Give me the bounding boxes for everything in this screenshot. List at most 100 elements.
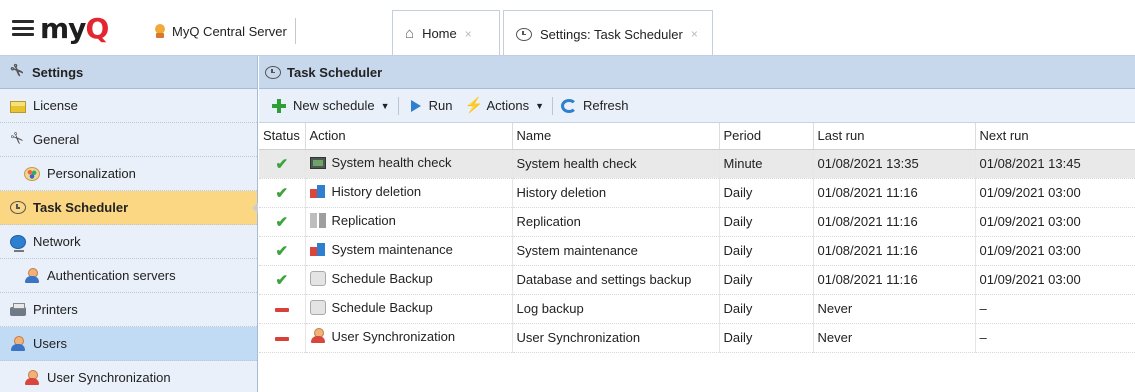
status-cell: ✔ (259, 149, 306, 179)
user-sync-icon (24, 369, 40, 386)
tab-settings-task-scheduler[interactable]: Settings: Task Scheduler × (503, 10, 713, 57)
close-icon[interactable]: × (465, 27, 472, 41)
actions-button[interactable]: Actions ▼ (458, 94, 550, 118)
checkmark-icon: ✔ (275, 213, 289, 231)
last-run-cell: 01/08/2021 11:16 (813, 207, 976, 237)
name-cell: Database and settings backup (512, 265, 720, 295)
sidebar-item-label: General (33, 132, 80, 147)
sidebar-title: Settings (32, 64, 84, 80)
sidebar-item-personalization[interactable]: Personalization (0, 157, 257, 191)
sidebar-item-authentication-servers[interactable]: Authentication servers (0, 259, 257, 293)
table-row[interactable]: ✔ System maintenance System maintenance … (259, 236, 1135, 266)
table-row[interactable]: Schedule Backup Log backup Daily Never – (259, 294, 1135, 324)
license-icon (10, 100, 26, 113)
column-header-action[interactable]: Action (305, 123, 513, 150)
refresh-icon (561, 98, 577, 113)
lightning-icon (464, 96, 483, 114)
blocks-icon (309, 183, 326, 199)
last-run-cell: 01/08/2021 11:16 (813, 236, 976, 266)
table-row[interactable]: ✔ History deletion History deletion Dail… (259, 178, 1135, 208)
action-cell: History deletion (305, 178, 513, 208)
period-cell: Daily (719, 265, 814, 295)
table-header-row: Status Action Name Period Last run Next … (259, 123, 1135, 150)
tab-home[interactable]: ⌂ Home × (392, 10, 500, 56)
run-button[interactable]: Run (401, 94, 459, 118)
chevron-down-icon: ▼ (535, 100, 544, 111)
tab-label: Home (422, 26, 457, 41)
sidebar-item-label: Personalization (47, 166, 136, 181)
name-cell: System health check (512, 149, 720, 179)
clock-icon (10, 201, 26, 214)
close-icon[interactable]: × (691, 27, 698, 41)
period-cell: Daily (719, 294, 814, 324)
table-row[interactable]: ✔ Replication Replication Daily 01/08/20… (259, 207, 1135, 237)
sidebar-item-label: Task Scheduler (33, 200, 129, 215)
table-row[interactable]: ✔ Schedule Backup Database and settings … (259, 265, 1135, 295)
name-cell: History deletion (512, 178, 720, 208)
sidebar-item-label: Authentication servers (47, 268, 176, 283)
action-cell: System health check (305, 149, 513, 179)
column-header-next-run[interactable]: Next run (975, 123, 1135, 150)
tab-label: Settings: Task Scheduler (540, 26, 683, 42)
sidebar-item-general[interactable]: General (0, 123, 257, 157)
server-selector[interactable]: MyQ Central Server (154, 18, 296, 44)
table-row[interactable]: User Synchronization User Synchronizatio… (259, 323, 1135, 353)
action-label: Schedule Backup (331, 270, 433, 286)
server-name: MyQ Central Server (172, 23, 287, 39)
clock-icon (265, 65, 281, 79)
next-run-cell: 01/09/2021 03:00 (975, 178, 1135, 208)
action-label: History deletion (331, 183, 422, 199)
sidebar-item-label: Printers (33, 302, 78, 317)
sidebar-item-label: Users (33, 336, 67, 351)
action-cell: Replication (305, 207, 513, 237)
checkmark-icon: ✔ (275, 242, 289, 260)
task-table: Status Action Name Period Last run Next … (259, 123, 1135, 353)
sidebar-item-user-synchronization[interactable]: User Synchronization (0, 361, 257, 392)
sidebar-item-users[interactable]: Users (0, 327, 257, 361)
action-label: User Synchronization (331, 328, 456, 344)
status-cell (259, 323, 306, 353)
hamburger-menu-icon[interactable] (12, 20, 34, 36)
name-cell: User Synchronization (512, 323, 720, 353)
monitor-icon (309, 157, 326, 170)
toolbar-separator (397, 96, 399, 115)
column-header-last-run[interactable]: Last run (813, 123, 976, 150)
page-title: Task Scheduler (287, 64, 383, 80)
checkmark-icon: ✔ (275, 155, 289, 173)
toolbar-separator (552, 96, 553, 115)
checkmark-icon: ✔ (275, 271, 289, 289)
sidebar-item-network[interactable]: Network (0, 225, 257, 259)
sidebar-item-label: License (33, 98, 78, 113)
main-content: Task Scheduler New schedule ▼ Run Action… (259, 56, 1135, 392)
run-label: Run (428, 98, 453, 113)
status-cell: ✔ (259, 265, 306, 295)
user-sync-icon (310, 328, 326, 344)
name-cell: Replication (512, 207, 720, 237)
refresh-button[interactable]: Refresh (555, 94, 635, 118)
sidebar-item-license[interactable]: License (0, 89, 257, 123)
status-cell: ✔ (259, 178, 306, 208)
period-cell: Daily (719, 323, 814, 353)
sidebar-item-printers[interactable]: Printers (0, 293, 257, 327)
checkmark-icon: ✔ (275, 184, 289, 202)
replication-icon (309, 212, 326, 228)
status-cell: ✔ (259, 207, 306, 237)
last-run-cell: 01/08/2021 11:16 (813, 178, 976, 208)
palette-icon (24, 166, 40, 181)
column-header-status[interactable]: Status (259, 123, 306, 150)
actions-label: Actions (486, 98, 530, 113)
tools-icon (10, 132, 26, 148)
chevron-down-icon: ▼ (380, 100, 390, 111)
period-cell: Daily (719, 207, 814, 237)
top-bar: myQ MyQ Central Server ⌂ Home × Settings… (0, 0, 1135, 57)
server-icon (154, 24, 166, 38)
sidebar-item-task-scheduler[interactable]: Task Scheduler (0, 191, 258, 225)
table-row[interactable]: ✔ System health check System health chec… (259, 149, 1135, 179)
tools-icon (10, 64, 26, 80)
last-run-cell: 01/08/2021 11:16 (813, 265, 976, 295)
column-header-period[interactable]: Period (719, 123, 814, 150)
new-schedule-button[interactable]: New schedule ▼ (265, 94, 396, 118)
column-header-name[interactable]: Name (512, 123, 720, 150)
disabled-icon (274, 336, 289, 341)
blocks-icon (309, 241, 326, 257)
